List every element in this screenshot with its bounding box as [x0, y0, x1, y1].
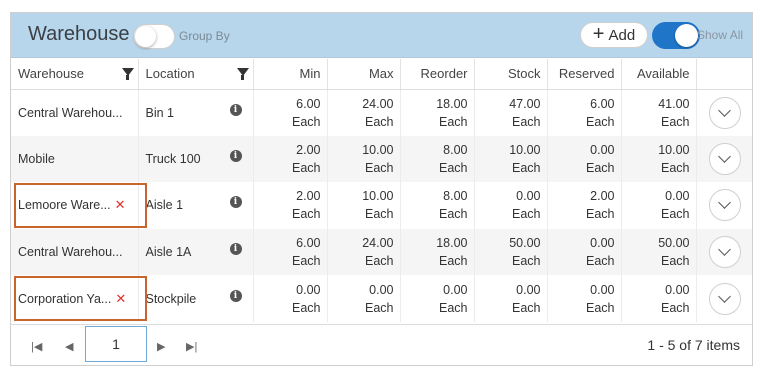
reorder-cell: 8.00 Each	[400, 182, 475, 229]
first-page-icon[interactable]: |◀	[31, 340, 42, 353]
chevron-down-icon	[718, 196, 731, 210]
group-by-toggle[interactable]	[133, 24, 175, 49]
reorder-cell: 18.00 Each	[400, 228, 475, 276]
warehouse-cell: Central Warehou...	[11, 89, 139, 136]
warehouse-panel: Warehouse Group By + Add Show All Wareho…	[10, 12, 753, 366]
column-header-actions	[696, 59, 752, 90]
reserved-cell: 2.00 Each	[547, 182, 622, 229]
chevron-down-icon	[718, 289, 731, 303]
min-cell: 2.00 Each	[253, 182, 328, 229]
expand-row-button[interactable]	[708, 142, 741, 175]
group-by-label: Group By	[179, 29, 230, 43]
max-cell: 10.00 Each	[327, 182, 401, 229]
max-cell: 24.00 Each	[327, 89, 401, 136]
panel-header: Warehouse Group By + Add Show All	[11, 13, 752, 58]
warehouse-cell: Corporation Ya... ✕	[11, 275, 139, 322]
available-cell: 10.00 Each	[621, 135, 697, 183]
stock-cell: 50.00 Each	[474, 228, 548, 276]
pager: |◀ ◀ 1 ▶ ▶| 1 - 5 of 7 items	[11, 324, 752, 366]
table-row[interactable]: Mobile Truck 100 i 2.00 Each 10.00 Each 8.0…	[11, 135, 752, 183]
reserved-cell: 6.00 Each	[547, 89, 622, 136]
max-cell: 0.00 Each	[327, 275, 401, 322]
expand-row-button[interactable]	[708, 236, 741, 269]
info-icon[interactable]: i	[229, 103, 242, 116]
filter-icon[interactable]	[121, 68, 134, 81]
chevron-down-icon	[718, 103, 731, 117]
warehouse-cell: Central Warehou...	[11, 228, 139, 276]
column-header-reorder[interactable]: Reorder	[400, 59, 475, 90]
column-header-max[interactable]: Max	[327, 59, 401, 90]
max-cell: 10.00 Each	[327, 135, 401, 183]
next-page-icon[interactable]: ▶	[157, 340, 165, 353]
chevron-down-icon	[718, 150, 731, 163]
page-number-input[interactable]: 1	[85, 326, 147, 362]
add-button[interactable]: + Add	[580, 22, 648, 48]
actions-cell	[696, 89, 752, 136]
plus-icon: +	[592, 23, 605, 45]
location-cell: Truck 100 i	[138, 135, 254, 183]
table-row[interactable]: Central Warehou... Aisle 1A i 6.00 Each 24…	[11, 228, 752, 276]
column-header-min[interactable]: Min	[253, 59, 328, 90]
reserved-cell: 0.00 Each	[547, 275, 622, 322]
stock-cell: 47.00 Each	[474, 89, 548, 136]
toggle-knob	[675, 24, 698, 47]
toggle-knob	[135, 26, 156, 47]
prev-page-icon[interactable]: ◀	[65, 340, 73, 353]
reorder-cell: 18.00 Each	[400, 89, 475, 136]
expand-row-button[interactable]	[708, 282, 741, 315]
error-x-icon[interactable]: ✕	[115, 291, 126, 306]
min-cell: 6.00 Each	[253, 228, 328, 276]
available-cell: 41.00 Each	[621, 89, 697, 136]
max-cell: 24.00 Each	[327, 228, 401, 276]
warehouse-cell: Lemoore Ware... ✕	[11, 182, 139, 229]
reserved-cell: 0.00 Each	[547, 135, 622, 183]
location-cell: Stockpile i	[138, 275, 254, 322]
column-header-warehouse[interactable]: Warehouse	[11, 59, 139, 90]
column-header-reserved[interactable]: Reserved	[547, 59, 622, 90]
actions-cell	[696, 228, 752, 276]
warehouse-cell: Mobile	[11, 135, 139, 183]
actions-cell	[696, 135, 752, 183]
column-header-available[interactable]: Available	[621, 59, 697, 90]
table-row[interactable]: Corporation Ya... ✕ Stockpile i 0.00 Each 0…	[11, 275, 752, 322]
expand-row-button[interactable]	[708, 189, 741, 222]
show-all-toggle[interactable]	[652, 22, 700, 49]
error-x-icon[interactable]: ✕	[115, 197, 126, 212]
location-cell: Aisle 1i	[138, 182, 254, 229]
actions-cell	[696, 182, 752, 229]
available-cell: 0.00 Each	[621, 182, 697, 229]
reserved-cell: 0.00 Each	[547, 228, 622, 276]
info-icon[interactable]: i	[229, 149, 242, 162]
add-button-label: Add	[608, 26, 636, 44]
table-header-row: Warehouse Location Min Max Reorder Stock…	[11, 59, 752, 90]
stock-cell: 10.00 Each	[474, 135, 548, 183]
chevron-down-icon	[718, 243, 731, 256]
table-row[interactable]: Central Warehou... Bin 1i 6.00 Each 24.00…	[11, 89, 752, 136]
location-cell: Aisle 1A i	[138, 228, 254, 276]
location-cell: Bin 1i	[138, 89, 254, 136]
actions-cell	[696, 275, 752, 322]
reorder-cell: 0.00 Each	[400, 275, 475, 322]
column-header-location[interactable]: Location	[138, 59, 254, 90]
min-cell: 2.00 Each	[253, 135, 328, 183]
available-cell: 0.00 Each	[621, 275, 697, 322]
table-row[interactable]: Lemoore Ware... ✕ Aisle 1i 2.00 Each 10.00…	[11, 182, 752, 229]
min-cell: 6.00 Each	[253, 89, 328, 136]
stock-cell: 0.00 Each	[474, 275, 548, 322]
min-cell: 0.00 Each	[253, 275, 328, 322]
info-icon[interactable]: i	[229, 196, 242, 209]
reorder-cell: 8.00 Each	[400, 135, 475, 183]
info-icon[interactable]: i	[229, 289, 242, 302]
stock-cell: 0.00 Each	[474, 182, 548, 229]
info-icon[interactable]: i	[229, 243, 242, 256]
filter-icon[interactable]	[236, 68, 249, 81]
column-header-stock[interactable]: Stock	[474, 59, 548, 90]
pager-info: 1 - 5 of 7 items	[647, 337, 740, 353]
warehouse-table: Warehouse Location Min Max Reorder Stock…	[11, 59, 752, 322]
available-cell: 50.00 Each	[621, 228, 697, 276]
show-all-label: Show All	[697, 28, 744, 42]
panel-title: Warehouse	[28, 23, 130, 45]
last-page-icon[interactable]: ▶|	[186, 340, 197, 353]
expand-row-button[interactable]	[708, 96, 741, 129]
